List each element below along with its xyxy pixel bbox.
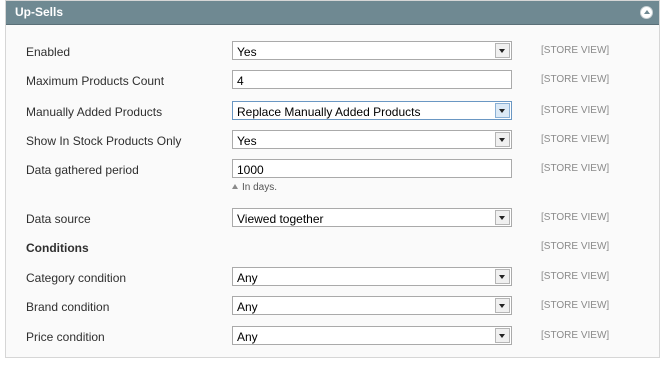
scope-label: [STORE VIEW] — [541, 45, 610, 56]
up-sells-panel: Up-Sells Enabled Yes [STORE VIEW] Maximu… — [5, 0, 660, 358]
period-label: Data gathered period — [26, 163, 139, 177]
manual-row: Manually Added Products Replace Manually… — [6, 101, 659, 123]
scope-label: [STORE VIEW] — [541, 300, 610, 311]
in-stock-value: Yes — [237, 134, 257, 148]
conditions-heading: Conditions — [26, 241, 89, 255]
conditions-row: Conditions [STORE VIEW] — [6, 237, 659, 259]
enabled-label: Enabled — [26, 45, 71, 59]
collapse-arrow-icon[interactable] — [640, 6, 653, 19]
scope-label: [STORE VIEW] — [541, 163, 610, 174]
period-row: Data gathered period 1000 In days. [STOR… — [6, 159, 659, 193]
scope-label: [STORE VIEW] — [541, 134, 610, 145]
in-stock-select[interactable]: Yes — [232, 130, 512, 149]
manual-value: Replace Manually Added Products — [237, 105, 421, 119]
chevron-down-icon[interactable] — [495, 103, 510, 118]
chevron-down-icon[interactable] — [495, 269, 510, 284]
scope-label: [STORE VIEW] — [541, 212, 610, 223]
enabled-select[interactable]: Yes — [232, 41, 512, 60]
manual-label: Manually Added Products — [26, 105, 163, 119]
enabled-value: Yes — [237, 45, 257, 59]
scope-label: [STORE VIEW] — [541, 271, 610, 282]
scope-label: [STORE VIEW] — [541, 105, 610, 116]
period-note-text: In days. — [242, 182, 278, 193]
period-value: 1000 — [237, 163, 264, 177]
period-note: In days. — [232, 182, 277, 193]
section-header[interactable]: Up-Sells — [6, 1, 659, 25]
section-title: Up-Sells — [15, 5, 64, 19]
brand-value: Any — [237, 300, 258, 314]
manual-select[interactable]: Replace Manually Added Products — [232, 101, 512, 120]
chevron-down-icon[interactable] — [495, 298, 510, 313]
price-select[interactable]: Any — [232, 326, 512, 345]
chevron-down-icon[interactable] — [495, 210, 510, 225]
brand-row: Brand condition Any [STORE VIEW] — [6, 296, 659, 318]
in-stock-row: Show In Stock Products Only Yes [STORE V… — [6, 130, 659, 152]
brand-select[interactable]: Any — [232, 296, 512, 315]
source-label: Data source — [26, 212, 91, 226]
max-count-input[interactable]: 4 — [232, 70, 512, 89]
max-count-row: Maximum Products Count 4 [STORE VIEW] — [6, 70, 659, 92]
source-select[interactable]: Viewed together — [232, 208, 512, 227]
price-label: Price condition — [26, 330, 105, 344]
enabled-row: Enabled Yes [STORE VIEW] — [6, 41, 659, 63]
source-row: Data source Viewed together [STORE VIEW] — [6, 208, 659, 230]
category-select[interactable]: Any — [232, 267, 512, 286]
period-input[interactable]: 1000 — [232, 159, 512, 178]
brand-label: Brand condition — [26, 300, 110, 314]
scope-label: [STORE VIEW] — [541, 74, 610, 85]
up-arrow-icon — [232, 184, 238, 189]
price-value: Any — [237, 330, 258, 344]
chevron-down-icon[interactable] — [495, 328, 510, 343]
max-count-label: Maximum Products Count — [26, 74, 165, 88]
max-count-value: 4 — [237, 74, 244, 88]
category-label: Category condition — [26, 271, 127, 285]
scope-label: [STORE VIEW] — [541, 241, 610, 252]
category-value: Any — [237, 271, 258, 285]
category-row: Category condition Any [STORE VIEW] — [6, 267, 659, 289]
source-value: Viewed together — [237, 212, 324, 226]
in-stock-label: Show In Stock Products Only — [26, 134, 182, 148]
scope-label: [STORE VIEW] — [541, 330, 610, 341]
chevron-down-icon[interactable] — [495, 132, 510, 147]
price-row: Price condition Any [STORE VIEW] — [6, 326, 659, 348]
chevron-down-icon[interactable] — [495, 43, 510, 58]
